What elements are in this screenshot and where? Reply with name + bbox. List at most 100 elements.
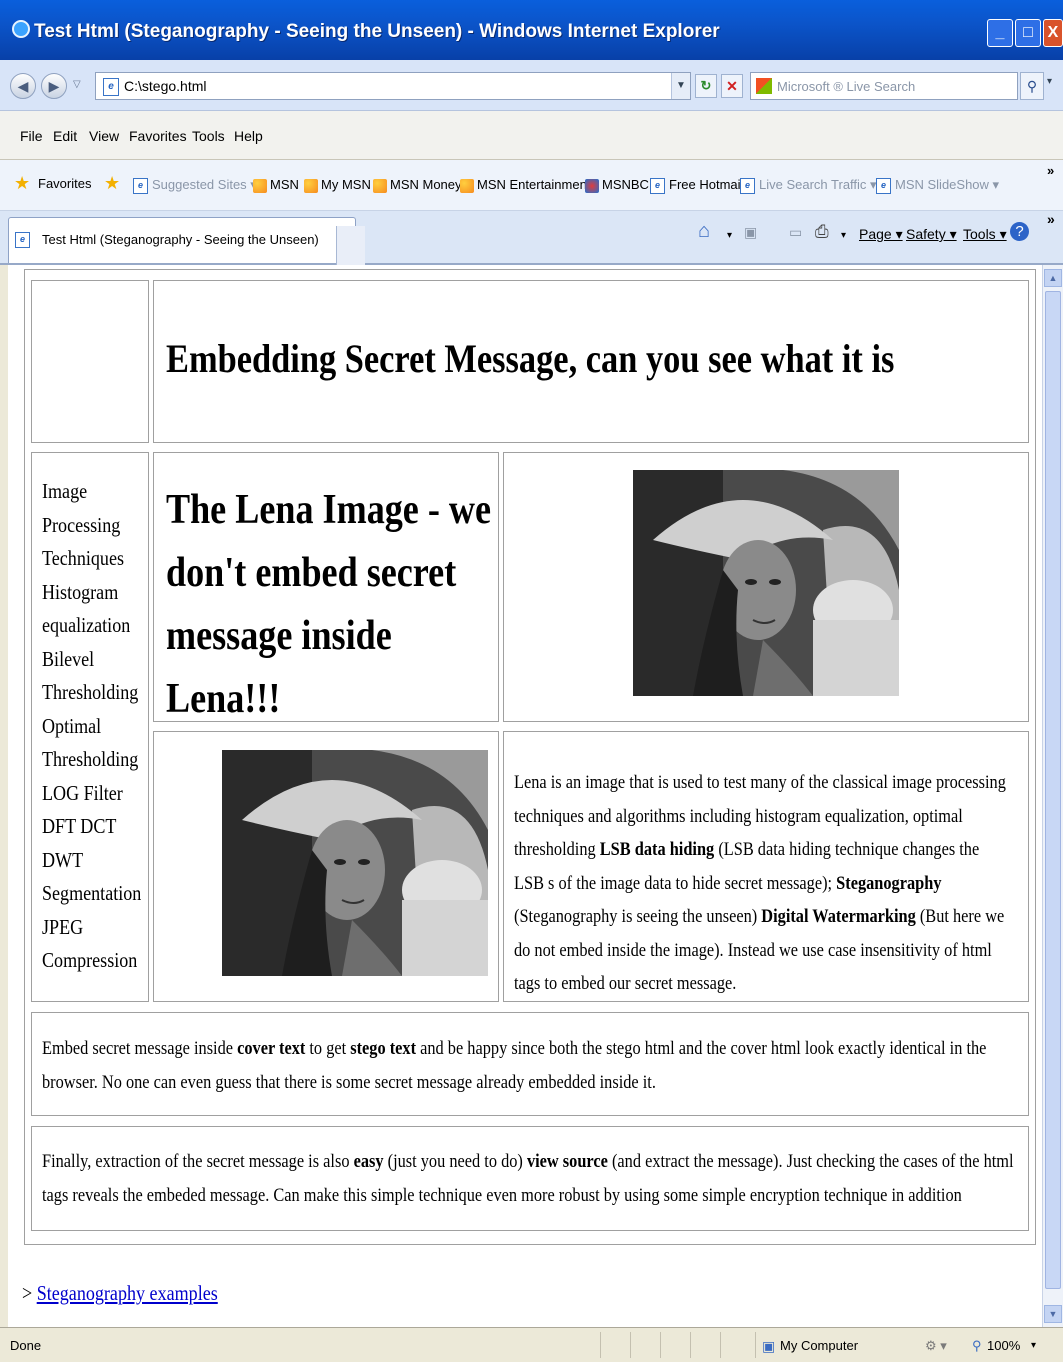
fav-msnbc[interactable]: MSNBC [585,177,649,193]
home-dropdown-icon[interactable]: ▾ [727,230,732,241]
layout-table: Embedding Secret Message, can you see wh… [24,269,1036,1245]
minimize-button[interactable]: _ [987,19,1013,47]
vertical-scrollbar[interactable]: ▲ ▼ [1042,265,1063,1327]
topic-item: Segmentation [42,881,142,905]
search-options-dropdown[interactable]: ▾ [1047,76,1052,87]
bold-term: stego text [350,1038,417,1059]
refresh-button[interactable]: ↻ [695,74,717,98]
protected-mode-icon[interactable]: ⚙ ▾ [925,1338,947,1354]
text-run: Embed secret message inside [42,1038,238,1059]
steganography-examples-link[interactable]: Steganography examples [37,1281,218,1305]
topic-item: Thresholding [42,680,139,704]
home-icon[interactable]: ⌂ [698,220,710,243]
tab-active[interactable]: e Test Html (Steganography - Seeing the … [8,217,365,266]
bold-term: view source [526,1151,608,1172]
topic-item: Processing [42,512,121,537]
bold-term: easy [353,1151,384,1172]
favorites-bar: ★ Favorites ★ e Suggested Sites ▾ MSN My … [0,160,1063,211]
ie-page-icon: e [650,177,665,194]
search-button[interactable]: ⚲ [1020,72,1044,100]
topic-item: equalization [42,613,131,637]
text-run: (Steganography is seeing the unseen) [514,906,762,927]
embed-paragraph: Embed secret message inside cover text t… [42,1032,1027,1099]
status-bar: Done ▣ My Computer ⚙ ▾ ⚲ 100% ▾ [0,1327,1063,1362]
search-placeholder: Microsoft ® Live Search [777,79,916,94]
fav-msn-money[interactable]: MSN Money [373,177,462,193]
status-divider [720,1332,721,1358]
page-icon: e [103,78,119,96]
close-button[interactable]: X [1043,19,1063,47]
topic-item: Bilevel [42,646,95,671]
menu-view[interactable]: View [89,128,119,144]
safety-menu[interactable]: Safety ▾ [906,226,957,243]
fav-live-search-traffic[interactable]: e Live Search Traffic ▾ [740,177,877,194]
search-field[interactable]: Microsoft ® Live Search [750,72,1018,100]
recent-pages-dropdown[interactable]: ▽ [73,79,81,90]
command-overflow-chevron[interactable]: » [1047,211,1055,227]
bold-term: Steganography [836,872,942,894]
bold-term: Digital Watermarking [761,906,916,927]
msn-butterfly-icon [373,178,387,193]
forward-button[interactable]: ▶ [41,73,67,99]
status-text: Done [10,1338,42,1353]
examples-link-line: > Steganography examples [22,1281,218,1306]
maximize-button[interactable]: □ [1015,19,1041,47]
bold-term: LSB data hiding [599,839,715,860]
msnbc-peacock-icon [585,178,599,193]
fav-suggested-sites[interactable]: e Suggested Sites ▾ [133,177,257,194]
menu-help[interactable]: Help [234,128,263,144]
fav-free-hotmail[interactable]: e Free Hotmail [650,177,743,194]
tools-menu[interactable]: Tools ▾ [963,226,1007,243]
fav-msn[interactable]: MSN [253,177,299,193]
topic-item: Techniques [42,546,124,570]
new-tab-button[interactable] [336,226,365,266]
lena-image-cell-bottom [153,731,499,1002]
menu-edit[interactable]: Edit [53,128,77,144]
menu-tools[interactable]: Tools [192,128,225,144]
back-button[interactable]: ◀ [10,73,36,99]
menu-file[interactable]: File [20,128,43,144]
menu-favorites[interactable]: Favorites [129,128,187,144]
scroll-down-button[interactable]: ▼ [1044,1305,1062,1323]
address-url[interactable]: C:\stego.html [124,78,206,94]
extraction-paragraph: Finally, extraction of the secret messag… [42,1145,1027,1212]
topic-item: Image [42,479,88,503]
bold-term: cover text [237,1038,306,1059]
topic-item: DWT [42,847,84,872]
window-title: Test Html (Steganography - Seeing the Un… [34,21,720,42]
link-prefix: > [22,1281,37,1305]
zoom-level[interactable]: 100% [987,1338,1020,1353]
address-field[interactable]: e C:\stego.html ▼ [95,72,691,100]
computer-icon: ▣ [762,1338,776,1354]
add-favorites-icon[interactable]: ★ [104,173,120,194]
fav-msn-entertainment[interactable]: MSN Entertainment [460,177,590,193]
header-cell: Embedding Secret Message, can you see wh… [153,280,1029,443]
print-dropdown-icon[interactable]: ▾ [841,230,846,241]
fav-my-msn[interactable]: My MSN [304,177,371,193]
ie-page-icon: e [133,177,148,194]
page-menu[interactable]: Page ▾ [859,226,903,243]
scroll-thumb[interactable] [1045,291,1061,1289]
status-divider [600,1332,601,1358]
feeds-icon[interactable]: ▣ [744,224,757,241]
read-mail-icon[interactable]: ▭ [789,224,802,241]
status-divider [660,1332,661,1358]
favorites-button[interactable]: Favorites [38,176,91,191]
stop-button[interactable]: ✕ [721,74,743,98]
scroll-up-button[interactable]: ▲ [1044,269,1062,287]
ie-page-icon: e [15,232,30,248]
topic-item: Optimal [42,713,102,738]
help-icon[interactable]: ? [1010,222,1029,241]
topic-item: Histogram [42,579,119,604]
menu-bar: File Edit View Favorites Tools Help [0,111,1063,160]
extraction-cell: Finally, extraction of the secret messag… [31,1126,1029,1231]
fav-msn-slideshow[interactable]: e MSN SlideShow ▾ [876,177,999,194]
print-icon[interactable]: ⎙ [815,222,829,242]
zoom-dropdown-icon[interactable]: ▾ [1031,1340,1036,1351]
address-dropdown[interactable]: ▼ [671,73,690,99]
status-divider [755,1332,756,1358]
favorites-overflow-chevron[interactable]: » [1047,163,1054,178]
ie-page-icon: e [740,177,755,194]
topics-cell: Image Processing Techniques Histogram eq… [31,452,149,1002]
embed-cell: Embed secret message inside cover text t… [31,1012,1029,1116]
